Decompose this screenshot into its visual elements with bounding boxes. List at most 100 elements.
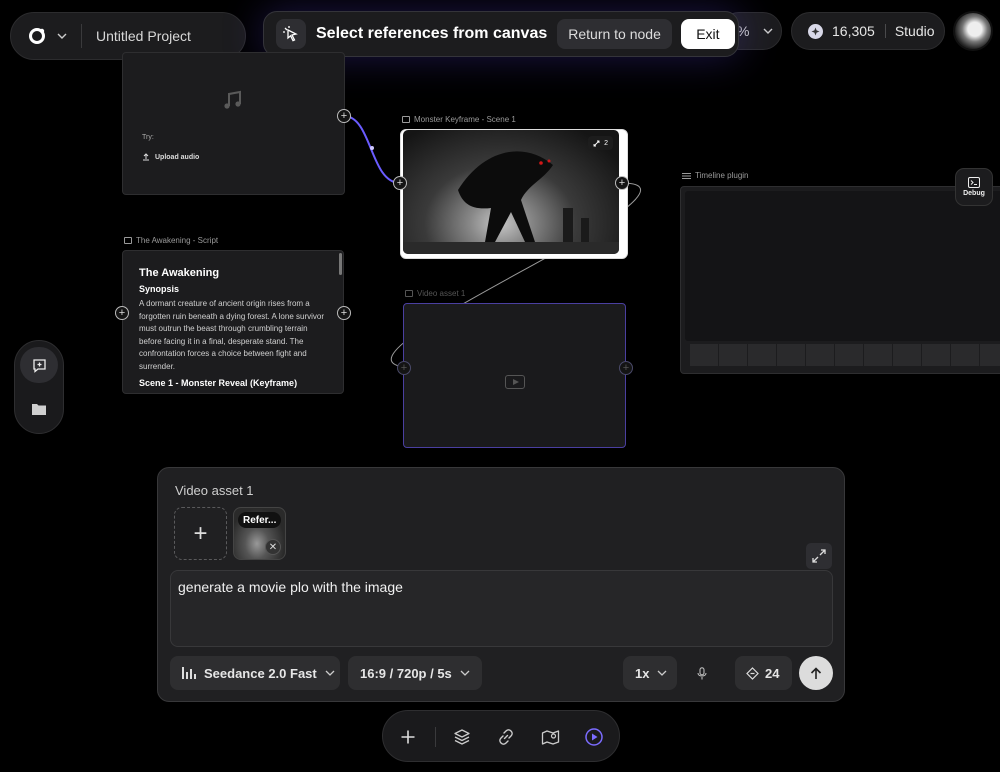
image-count: 2 [604,139,608,147]
video-asset-node[interactable] [403,303,626,448]
script-node[interactable]: The Awakening Synopsis A dormant creatur… [122,250,344,394]
script-output-port[interactable]: + [337,306,351,320]
chevron-down-icon [325,670,335,676]
credits-display[interactable]: 16,305 Studio [791,12,945,50]
layers-button[interactable] [449,724,475,750]
bottom-toolbar [382,710,620,762]
audio-output-port[interactable]: + [337,109,351,123]
chat-button[interactable] [20,347,58,383]
video-node-title: Video asset 1 [417,289,466,298]
remove-reference-button[interactable]: ✕ [265,539,281,555]
reference-thumbnail[interactable]: Refer... ✕ [233,507,286,560]
synopsis-heading: Synopsis [139,284,180,294]
avatar[interactable] [953,11,993,51]
add-node-button[interactable] [395,724,421,750]
composer-title: Video asset 1 [175,483,254,498]
keyframe-output-port[interactable]: + [615,176,629,190]
microphone-icon [697,666,707,679]
debug-button[interactable]: Debug [955,168,993,206]
keyframe-node[interactable]: 2 [400,129,628,259]
divider [884,24,886,38]
timeline-track[interactable] [690,344,1000,366]
logo-icon [29,28,45,44]
chevron-down-icon [57,33,67,39]
script-input-port[interactable]: + [115,306,129,320]
video-mode-button[interactable] [581,724,607,750]
upload-audio-button[interactable]: Upload audio [142,153,199,161]
upload-icon [143,153,149,161]
chat-plus-icon [32,358,46,373]
upload-audio-label: Upload audio [155,153,200,161]
format-value: 16:9 / 720p / 5s [360,665,452,681]
play-circle-icon [585,728,603,746]
plan-label: Studio [894,23,935,39]
prompt-input[interactable]: generate a movie plo with the image [170,570,833,647]
project-title[interactable]: Untitled Project [96,28,191,44]
add-reference-button[interactable]: + [174,507,227,560]
reference-tag: Refer... [238,512,282,528]
count-select[interactable]: 1x [623,656,677,690]
arrow-up-icon [810,666,822,679]
video-node-label: Video asset 1 [405,289,465,298]
script-node-title: The Awakening - Script [136,236,219,245]
credit-cost-value: 24 [765,665,780,681]
script-title: The Awakening [139,267,220,279]
keyframe-node-title: Monster Keyframe - Scene 1 [414,115,516,124]
connect-button[interactable] [493,724,519,750]
chevron-down-icon [460,670,470,676]
count-value: 1x [635,665,650,681]
timeline-node-title: Timeline plugin [695,171,749,180]
format-select[interactable]: 16:9 / 720p / 5s [348,656,482,690]
expand-icon [812,549,826,563]
video-icon [405,290,413,297]
selection-banner: Select references from canvas Return to … [263,11,739,57]
script-node-label: The Awakening - Script [124,236,218,245]
divider [435,727,436,747]
credit-diamond-icon [746,666,759,680]
scrollbar[interactable] [339,253,342,275]
chevron-down-icon [763,28,773,34]
timeline-node-label: Timeline plugin [682,171,749,180]
image-count-badge[interactable]: 2 [588,136,613,150]
return-to-node-button[interactable]: Return to node [557,19,672,49]
plus-icon [401,730,415,744]
keyframe-input-port[interactable]: + [393,176,407,190]
credit-count: 16,305 [832,23,875,39]
play-icon [505,375,525,389]
folder-icon [32,404,46,415]
model-bars-icon [182,667,196,679]
model-name: Seedance 2.0 Fast [204,665,317,681]
divider [81,24,82,48]
prompt-composer: Video asset 1 + Refer... ✕ generate a mo… [157,467,845,702]
model-select[interactable]: Seedance 2.0 Fast [170,656,340,690]
music-note-icon [224,90,241,109]
document-icon [124,237,132,244]
image-icon [402,116,410,123]
assets-button[interactable] [20,391,58,427]
timeline-plugin-node[interactable] [680,186,1000,374]
select-cursor-icon [276,19,306,49]
credit-cost: 24 [735,656,792,690]
sliders-icon [682,172,691,179]
send-button[interactable] [799,656,833,690]
side-toolbar [14,340,64,434]
terminal-icon [968,177,980,188]
microphone-button[interactable] [687,656,717,690]
selection-instruction: Select references from canvas [316,25,548,42]
credit-gem-icon [808,23,823,39]
layers-icon [454,729,470,745]
video-output-port[interactable]: + [619,361,633,375]
debug-label: Debug [963,190,985,197]
try-label: Try: [142,134,154,141]
map-pin-icon [541,730,559,745]
timeline-preview [685,191,1000,341]
video-input-port[interactable]: + [397,361,411,375]
map-button[interactable] [537,724,563,750]
audio-node[interactable]: Try: Upload audio [122,52,345,195]
keyframe-node-label: Monster Keyframe - Scene 1 [402,115,516,124]
expand-prompt-button[interactable] [806,543,832,569]
link-icon [499,729,513,745]
exit-button[interactable]: Exit [680,19,735,49]
scene-heading: Scene 1 - Monster Reveal (Keyframe) [139,377,298,388]
expand-icon [593,140,600,146]
